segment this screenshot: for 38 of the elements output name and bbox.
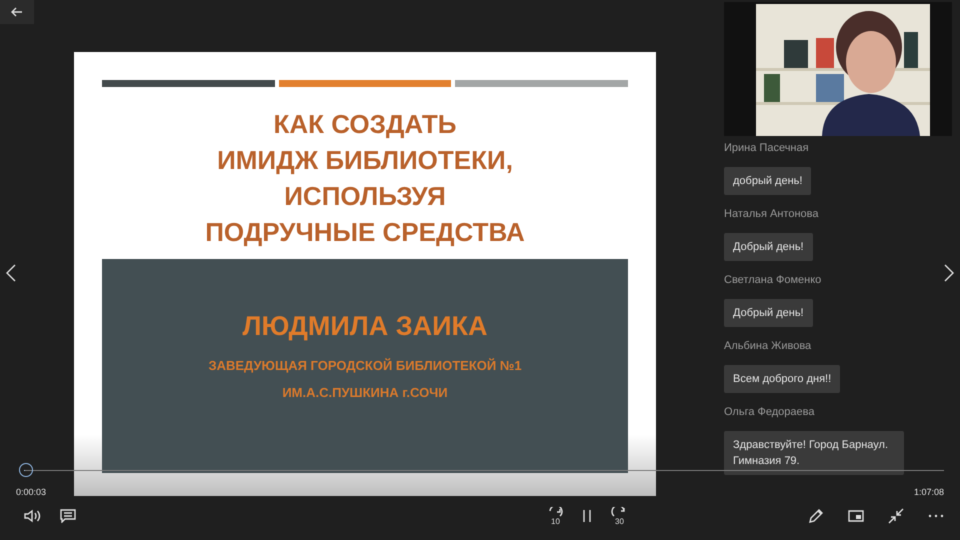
back-button[interactable] [0,0,34,24]
mini-player-button[interactable] [846,508,866,524]
mini-player-icon [848,510,864,522]
previous-button[interactable] [4,262,18,284]
more-icon [928,514,944,518]
author-name: ЛЮДМИЛА ЗАИКА [242,311,488,342]
chat-message: Добрый день! [724,299,813,327]
skip-forward-button[interactable]: 30 [608,506,630,526]
captions-button[interactable] [58,507,78,525]
slide-title: КАК СОЗДАТЬ [274,108,456,141]
chat-bubble-icon [60,509,76,523]
chat-author: Наталья Антонова [724,208,820,222]
elapsed-time: 0:00:03 [16,487,46,497]
chevron-left-icon [6,264,16,282]
author-position: ЗАВЕДУЮЩАЯ ГОРОДСКОЙ БИБЛИОТЕКОЙ №1 [208,357,522,375]
pencil-icon [808,508,824,524]
back-arrow-icon [11,7,23,17]
slide-title: ИМИДЖ БИБЛИОТЕКИ, [217,144,513,177]
pause-icon [582,509,592,523]
chat-message: Всем доброго дня!! [724,365,840,393]
slide-title: ИСПОЛЬЗУЯ [284,180,446,213]
collapse-arrows-icon [888,508,904,524]
progress-thumb[interactable] [18,463,33,477]
chat-author: Ольга Федораева [724,406,816,420]
chat-message: добрый день! [724,167,812,195]
chat-message: Добрый день! [724,233,813,261]
chevron-right-icon [944,264,954,282]
next-button[interactable] [942,262,956,284]
chat-author: Альбина Живова [724,340,812,354]
chat-author: Ирина Пасечная [724,142,810,156]
slide-title: ПОДРУЧНЫЕ СРЕДСТВА [205,216,525,249]
speaker-icon [24,509,42,523]
exit-fullscreen-button[interactable] [886,506,906,526]
skip-back-button[interactable]: 10 [544,506,566,526]
author-position: ИМ.А.С.ПУШКИНА г.СОЧИ [282,384,448,402]
chat-author: Светлана Фоменко [724,274,822,288]
more-button[interactable] [926,512,946,520]
total-duration: 1:07:08 [914,487,944,497]
